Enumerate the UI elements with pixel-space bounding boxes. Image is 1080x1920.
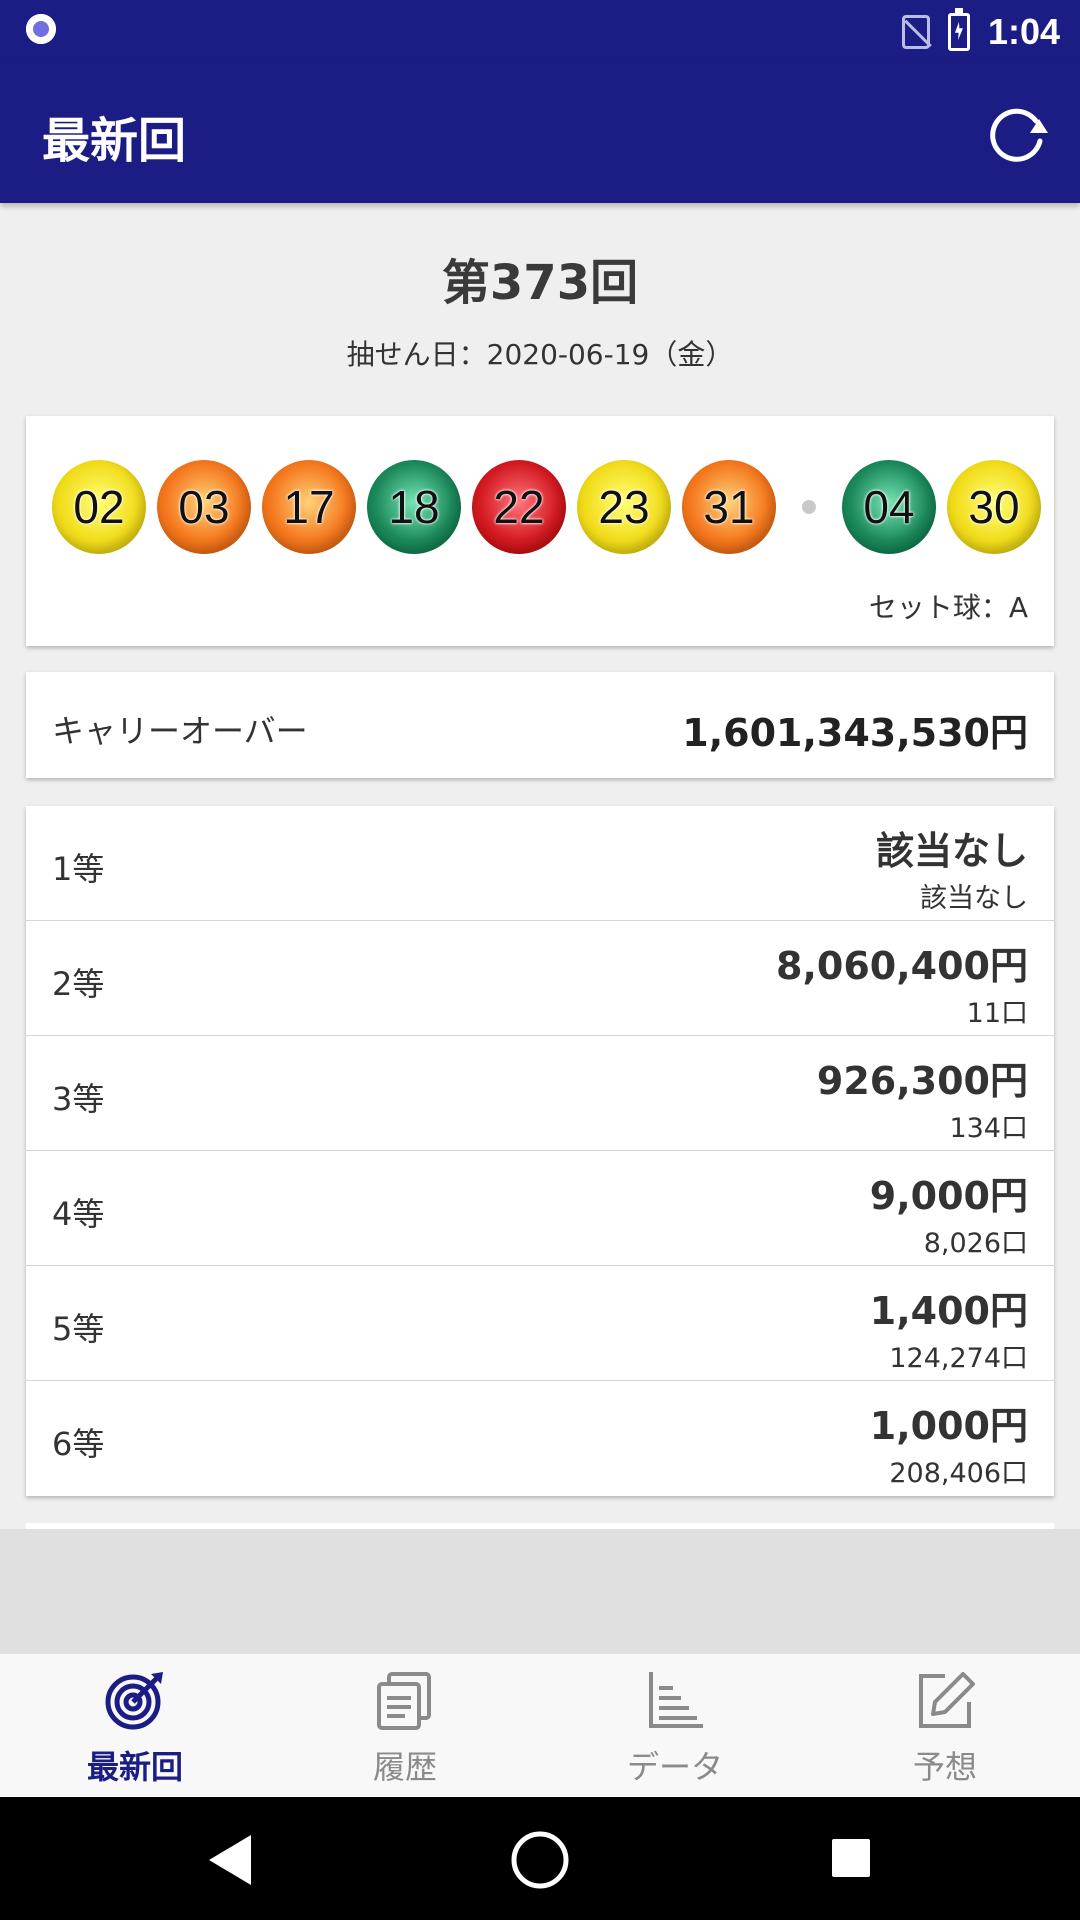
content-bottom-area	[0, 1529, 1080, 1655]
number-ball: 03	[157, 460, 251, 554]
number-ball: 17	[262, 460, 356, 554]
number-ball: 23	[577, 460, 671, 554]
nav-label: 最新回	[86, 1748, 183, 1786]
notification-icon	[26, 14, 56, 44]
bonus-ball: 04	[842, 460, 936, 554]
prize-amount: 該当なし	[875, 829, 1028, 873]
clock: 1:04	[987, 11, 1060, 52]
prize-rank: 1等	[52, 850, 105, 888]
no-sim-icon	[901, 15, 930, 49]
bonus-separator	[802, 500, 816, 514]
prize-row: 1等 該当なし 該当なし	[26, 806, 1054, 921]
system-navigation-bar	[0, 1797, 1080, 1920]
prize-rank: 4等	[52, 1195, 105, 1233]
draw-number: 第373回	[441, 255, 639, 311]
winner-count: 11口	[966, 998, 1028, 1029]
number-ball: 31	[682, 460, 776, 554]
bottom-navigation: 最新回 履歴 データ 予想	[0, 1653, 1080, 1798]
content-area: 第373回 抽せん日：2020-06-19（金） 02 03 17 18 22 …	[0, 203, 1080, 1655]
prize-amount: 1,400円	[869, 1289, 1028, 1333]
chart-icon	[649, 1672, 703, 1728]
edit-icon	[919, 1672, 975, 1728]
nav-item-prediction[interactable]: 予想	[810, 1654, 1080, 1798]
prize-row: 4等 9,000円 8,026口	[26, 1151, 1054, 1266]
battery-charging-icon	[947, 8, 970, 51]
status-icons: 1:04	[901, 8, 1060, 56]
prize-row: 3等 926,300円 134口	[26, 1036, 1054, 1151]
page-title: 最新回	[42, 113, 187, 169]
prize-row: 5等 1,400円 124,274口	[26, 1266, 1054, 1381]
winner-count: 208,406口	[889, 1458, 1028, 1489]
recents-icon[interactable]	[830, 1837, 872, 1879]
nav-item-data[interactable]: データ	[540, 1654, 810, 1798]
back-icon[interactable]	[205, 1833, 255, 1887]
number-ball: 18	[367, 460, 461, 554]
app-bar: 最新回	[0, 63, 1080, 203]
prize-row: 6等 1,000円 208,406口	[26, 1381, 1054, 1496]
nav-label: 予想	[912, 1748, 977, 1786]
prize-rank: 6等	[52, 1425, 105, 1463]
nav-label: 履歴	[372, 1748, 437, 1786]
winning-numbers-card: 02 03 17 18 22 23 31 04 30 セット球：A	[26, 416, 1054, 646]
prize-amount: 926,300円	[816, 1059, 1028, 1103]
winner-count: 134口	[949, 1113, 1028, 1144]
prize-rank: 5等	[52, 1310, 105, 1348]
status-bar: 1:04	[0, 0, 1080, 63]
number-ball: 02	[52, 460, 146, 554]
target-icon	[105, 1672, 163, 1730]
set-ball-label: セット球：A	[868, 591, 1028, 624]
prize-rank: 2等	[52, 965, 105, 1003]
nav-item-latest[interactable]: 最新回	[0, 1654, 270, 1798]
carryover-card: キャリーオーバー 1,601,343,530円	[26, 672, 1054, 778]
history-icon	[377, 1672, 431, 1730]
winner-count: 該当なし	[920, 883, 1028, 914]
nav-label: データ	[626, 1748, 723, 1786]
carryover-value: 1,601,343,530円	[682, 711, 1028, 755]
nav-item-history[interactable]: 履歴	[270, 1654, 540, 1798]
refresh-icon[interactable]	[982, 99, 1052, 169]
winner-count: 124,274口	[889, 1343, 1028, 1374]
home-icon[interactable]	[509, 1829, 571, 1891]
number-ball: 22	[472, 460, 566, 554]
draw-date: 抽せん日：2020-06-19（金）	[346, 338, 734, 371]
winner-count: 8,026口	[923, 1228, 1028, 1259]
winning-numbers: 02 03 17 18 22 23 31 04 30	[52, 460, 1052, 554]
bonus-ball: 30	[947, 460, 1041, 554]
prize-amount: 8,060,400円	[776, 944, 1028, 988]
prize-amount: 1,000円	[869, 1404, 1028, 1448]
prize-table: 1等 該当なし 該当なし 2等 8,060,400円 11口 3等 926,30…	[26, 806, 1054, 1496]
prize-rank: 3等	[52, 1080, 105, 1118]
prize-amount: 9,000円	[869, 1174, 1028, 1218]
carryover-label: キャリーオーバー	[52, 712, 308, 750]
prize-row: 2等 8,060,400円 11口	[26, 921, 1054, 1036]
